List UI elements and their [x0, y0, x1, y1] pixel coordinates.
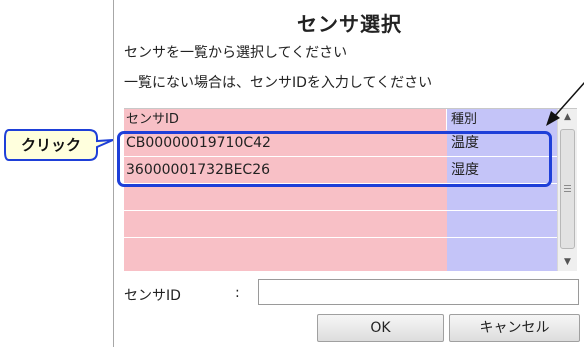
- cancel-button[interactable]: キャンセル: [449, 314, 580, 342]
- sensor-type-cell[interactable]: [447, 211, 557, 237]
- click-callout: クリック: [3, 128, 114, 162]
- sensor-type-cell[interactable]: [447, 238, 557, 271]
- table-row[interactable]: [124, 211, 557, 238]
- sensor-id-input[interactable]: [258, 279, 579, 305]
- table-scrollbar[interactable]: ▲ ▼: [557, 109, 577, 271]
- sensor-id-label: センサID: [124, 288, 181, 304]
- screenshot-stage: クリック センサ選択 センサを一覧から選択してください 一覧にない場合は、センサ…: [0, 0, 584, 347]
- table-row[interactable]: [124, 184, 557, 211]
- instruction-text-2: 一覧にない場合は、センサIDを入力してください: [124, 75, 433, 91]
- dialog-title: センサ選択: [297, 12, 402, 36]
- instruction-text-1: センサを一覧から選択してください: [124, 45, 348, 61]
- sensor-id-cell[interactable]: [124, 238, 447, 271]
- selection-highlight: [117, 131, 552, 187]
- column-header-sensor-id[interactable]: センサID: [124, 109, 447, 130]
- scroll-grip-icon: [564, 185, 571, 186]
- table-row[interactable]: [124, 238, 557, 272]
- sensor-id-colon: :: [235, 285, 240, 301]
- callout-label: クリック: [20, 136, 81, 154]
- scroll-down-arrow-icon[interactable]: ▼: [558, 254, 577, 271]
- scroll-grip-icon: [564, 188, 571, 189]
- sensor-id-cell[interactable]: [124, 184, 447, 210]
- scroll-thumb[interactable]: [560, 129, 575, 249]
- ok-button[interactable]: OK: [317, 314, 444, 342]
- scroll-grip-icon: [564, 191, 571, 192]
- sensor-id-cell[interactable]: [124, 211, 447, 237]
- sensor-type-cell[interactable]: [447, 184, 557, 210]
- annotation-arrow-icon: [546, 81, 584, 126]
